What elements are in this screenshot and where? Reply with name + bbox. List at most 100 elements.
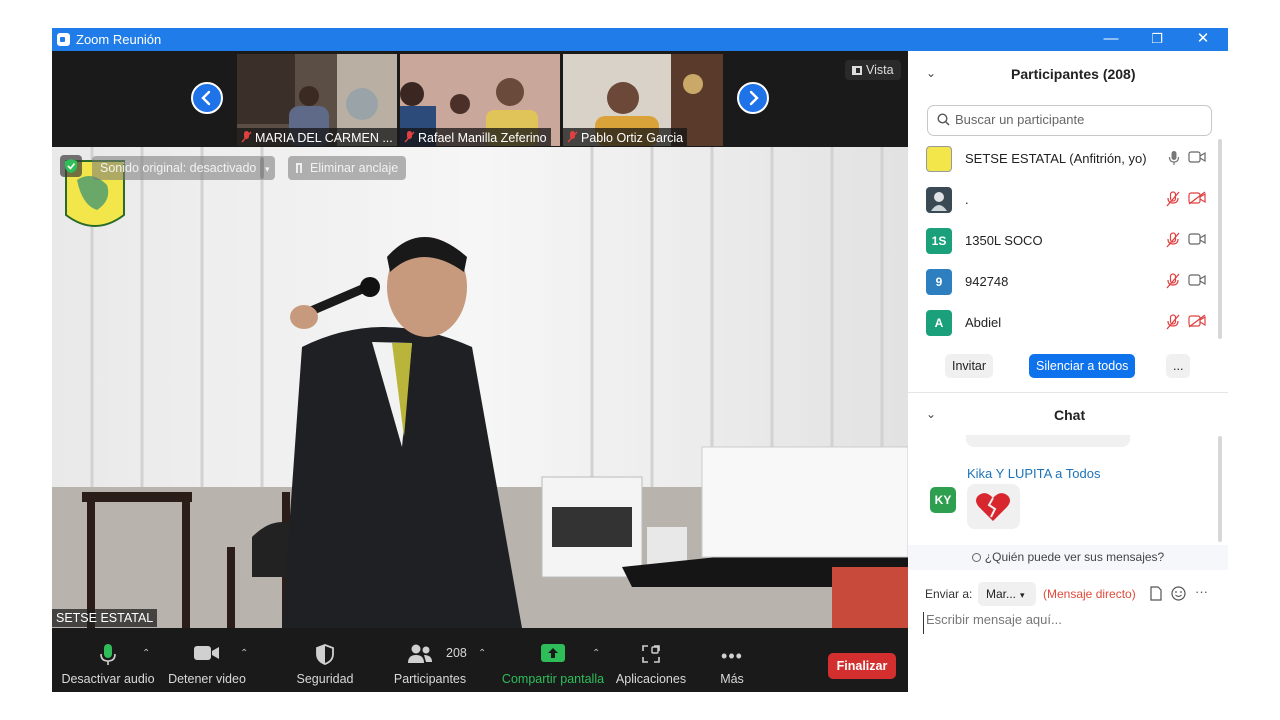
microphone-icon: [100, 644, 116, 665]
previous-page-button[interactable]: [191, 82, 223, 114]
chat-to-word: a: [1055, 466, 1063, 481]
muted-mic-icon[interactable]: [1166, 191, 1180, 207]
broken-heart-emoji-icon: [976, 493, 1010, 521]
side-panel: ⌄ Participantes (208) Buscar un particip…: [908, 51, 1228, 692]
invite-button[interactable]: Invitar: [945, 354, 994, 378]
avatar: 9: [926, 269, 952, 295]
participants-options-caret[interactable]: ⌃: [478, 648, 486, 659]
participant-video-tile[interactable]: MARIA DEL CARMEN ...: [237, 54, 397, 146]
video-camera-icon[interactable]: [1188, 150, 1206, 166]
video-options-caret[interactable]: ⌃: [240, 648, 248, 659]
apps-button[interactable]: Aplicaciones: [614, 628, 688, 692]
mute-audio-button[interactable]: Desactivar audio: [58, 628, 158, 692]
chevron-down-icon: ▾: [265, 164, 270, 174]
participant-name-label: Pablo Ortiz Garcia: [563, 128, 688, 146]
pin-icon: [296, 163, 302, 173]
participant-name-label: Rafael Manilla Zeferino: [400, 128, 551, 146]
share-screen-icon: [541, 644, 565, 662]
video-camera-icon[interactable]: [1188, 273, 1206, 289]
participant-row[interactable]: .: [926, 185, 1206, 215]
video-camera-icon[interactable]: [1188, 232, 1206, 248]
participant-video-tile[interactable]: Rafael Manilla Zeferino: [400, 54, 560, 146]
video-off-icon[interactable]: [1188, 314, 1206, 330]
participant-row[interactable]: SETSE ESTATAL (Anfitrión, yo): [926, 144, 1206, 174]
participant-row[interactable]: 9 942748: [926, 267, 1206, 297]
close-button[interactable]: ✕: [1180, 28, 1226, 51]
divider: [908, 392, 1228, 393]
send-to-label: Enviar a:: [925, 587, 973, 601]
emoji-icon[interactable]: [1171, 586, 1186, 601]
participant-name-label: MARIA DEL CARMEN ...: [237, 128, 397, 146]
file-icon[interactable]: [1150, 586, 1162, 601]
more-options-button[interactable]: ...: [1166, 354, 1191, 378]
participants-count: 208: [446, 646, 467, 660]
minimize-button[interactable]: —: [1088, 28, 1134, 51]
restore-button[interactable]: ❐: [1134, 28, 1180, 51]
stop-video-button[interactable]: Detener video: [166, 628, 248, 692]
active-speaker-name: SETSE ESTATAL: [52, 609, 158, 627]
unpin-button[interactable]: Eliminar anclaje: [288, 156, 407, 180]
participant-video-tile[interactable]: Pablo Ortiz Garcia: [563, 54, 723, 146]
chat-message-bubble[interactable]: [967, 484, 1020, 529]
audio-options-caret[interactable]: ⌃: [142, 648, 150, 659]
next-page-button[interactable]: [737, 82, 769, 114]
apps-icon: [642, 645, 660, 663]
speaker-video-feed: [52, 147, 908, 628]
encryption-shield-icon[interactable]: [60, 155, 82, 177]
search-placeholder: Buscar un participante: [955, 112, 1085, 127]
shield-icon: [316, 644, 334, 665]
avatar: [926, 187, 952, 213]
direct-message-label: (Mensaje directo): [1043, 587, 1136, 601]
more-dots-icon: •••: [721, 646, 743, 666]
microphone-icon[interactable]: [1168, 150, 1180, 166]
avatar: 1S: [926, 228, 952, 254]
window-title-bar: Zoom Reunión — ❐ ✕: [52, 28, 1228, 51]
chat-message-header: Kika Y LUPITA a Todos: [967, 466, 1101, 481]
collapse-chat-icon[interactable]: ⌄: [926, 407, 936, 421]
chat-message-input[interactable]: Escribir mensaje aquí...: [923, 612, 1213, 634]
chat-panel-title: Chat: [1054, 407, 1086, 423]
share-screen-button[interactable]: Compartir pantalla: [498, 628, 608, 692]
chevron-right-icon: [749, 90, 759, 106]
meeting-toolbar: Desactivar audio ⌃ Detener video ⌃ Segur…: [52, 628, 908, 692]
chat-scrollbar[interactable]: [1218, 436, 1222, 542]
main-speaker-video[interactable]: Sonido original: desactivado ▾ Eliminar …: [52, 147, 908, 628]
participants-scrollbar[interactable]: [1218, 139, 1222, 339]
person-lock-icon: [971, 553, 981, 562]
avatar: A: [926, 310, 952, 336]
mute-all-button[interactable]: Silenciar a todos: [1029, 354, 1136, 378]
participants-icon: [408, 644, 433, 663]
zoom-logo-icon: [57, 33, 70, 46]
participants-button[interactable]: 208 Participantes: [390, 628, 470, 692]
chevron-down-icon: ▾: [1020, 590, 1025, 600]
participant-search-input[interactable]: Buscar un participante: [927, 105, 1212, 136]
video-off-icon[interactable]: [1188, 191, 1206, 207]
previous-message-bubble: [966, 435, 1130, 447]
original-sound-dropdown[interactable]: ▾: [260, 156, 275, 180]
video-thumbnail-strip: MARIA DEL CARMEN ... Rafael Manilla Zefe…: [52, 51, 908, 147]
participant-row[interactable]: A Abdiel: [926, 308, 1206, 338]
collapse-participants-icon[interactable]: ⌄: [926, 66, 936, 80]
who-can-see-messages-link[interactable]: ¿Quién puede ver sus mensajes?: [908, 545, 1228, 570]
muted-mic-icon[interactable]: [1166, 273, 1180, 289]
participant-row[interactable]: 1S 1350L SOCO: [926, 226, 1206, 256]
share-options-caret[interactable]: ⌃: [592, 648, 600, 659]
search-icon: [937, 113, 950, 126]
grid-icon: [852, 66, 862, 75]
more-button[interactable]: ••• Más: [712, 628, 752, 692]
view-button[interactable]: Vista: [845, 60, 901, 80]
video-camera-icon: [194, 646, 219, 660]
original-sound-button[interactable]: Sonido original: desactivado: [92, 156, 265, 180]
muted-mic-icon[interactable]: [1166, 314, 1180, 330]
muted-mic-icon: [404, 131, 415, 144]
participants-panel-title: Participantes (208): [1011, 66, 1136, 82]
security-button[interactable]: Seguridad: [288, 628, 362, 692]
chat-sender-avatar: KY: [930, 487, 956, 513]
muted-mic-icon: [241, 131, 252, 144]
recipient-select[interactable]: Mar... ▾: [978, 582, 1036, 606]
chat-sender: Kika Y LUPITA: [967, 466, 1052, 481]
muted-mic-icon[interactable]: [1166, 232, 1180, 248]
more-chat-options-icon[interactable]: ···: [1195, 584, 1208, 599]
chevron-left-icon: [201, 90, 211, 106]
end-meeting-button[interactable]: Finalizar: [828, 653, 896, 679]
